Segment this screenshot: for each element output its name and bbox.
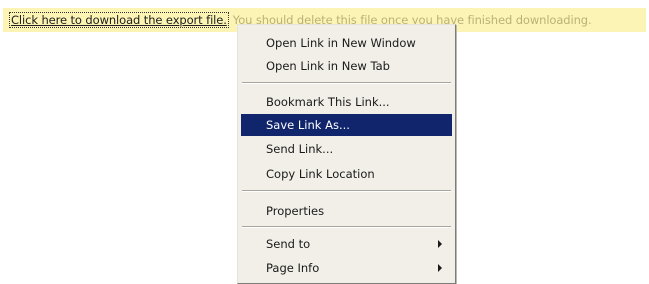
submenu-arrow-icon — [438, 264, 442, 272]
menu-item-send-to-label: Send to — [266, 237, 311, 251]
menu-item-open-in-new-window[interactable]: Open Link in New Window — [241, 32, 452, 54]
menu-item-page-info[interactable]: Page Info — [241, 257, 452, 279]
menu-item-bookmark-link[interactable]: Bookmark This Link... — [241, 91, 452, 113]
menu-item-send-link[interactable]: Send Link... — [241, 138, 452, 160]
menu-item-send-to[interactable]: Send to — [241, 233, 452, 255]
menu-item-page-info-label: Page Info — [266, 261, 320, 275]
menu-item-open-in-new-tab[interactable]: Open Link in New Tab — [241, 55, 452, 77]
menu-separator — [242, 226, 451, 228]
menu-item-save-link-as[interactable]: Save Link As... — [241, 114, 452, 136]
download-export-link[interactable]: Click here to download the export file. — [9, 12, 229, 28]
browser-page: Click here to download the export file. … — [0, 0, 649, 284]
submenu-arrow-icon — [438, 240, 442, 248]
menu-item-copy-link-location[interactable]: Copy Link Location — [241, 163, 452, 185]
menu-separator — [242, 190, 451, 192]
link-context-menu: Open Link in New Window Open Link in New… — [237, 24, 456, 284]
menu-separator — [242, 82, 451, 84]
menu-item-properties[interactable]: Properties — [241, 200, 452, 222]
